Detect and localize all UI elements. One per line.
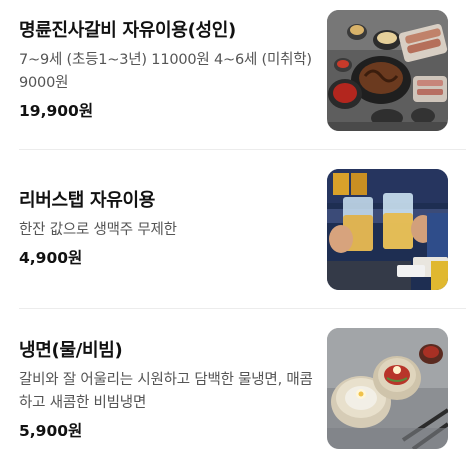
menu-item-beer[interactable]: 리버스탭 자유이용 한잔 값으로 생맥주 무제한 4,900원 bbox=[0, 150, 466, 309]
menu-item-name: 명륜진사갈비 자유이용(성인) bbox=[19, 20, 236, 41]
menu-item-description: 갈비와 잘 어울리는 시원하고 담백한 물냉면, 매콤하고 새콤한 비빔냉면 bbox=[19, 372, 313, 411]
menu-item-description: 7~9세 (초등1~3년) 11000원 4~6세 (미취학) 9000원 bbox=[19, 52, 312, 91]
menu-item-image[interactable] bbox=[327, 10, 448, 131]
menu-item-naengmyeon[interactable]: 냉면(물/비빔) 갈비와 잘 어울리는 시원하고 담백한 물냉면, 매콤하고 새… bbox=[0, 309, 466, 459]
menu-item-text: 리버스탭 자유이용 한잔 값으로 생맥주 무제한 4,900원 bbox=[19, 188, 315, 269]
menu-item-galbi[interactable]: 명륜진사갈비 자유이용(성인) 7~9세 (초등1~3년) 11000원 4~6… bbox=[0, 0, 466, 150]
menu-item-image[interactable] bbox=[327, 169, 448, 290]
menu-item-text: 냉면(물/비빔) 갈비와 잘 어울리는 시원하고 담백한 물냉면, 매콤하고 새… bbox=[19, 338, 315, 442]
menu-item-text: 명륜진사갈비 자유이용(성인) 7~9세 (초등1~3년) 11000원 4~6… bbox=[19, 18, 315, 122]
menu-item-description: 한잔 값으로 생맥주 무제한 bbox=[19, 222, 177, 238]
beer-cheers-photo bbox=[327, 169, 448, 290]
menu-item-price: 4,900원 bbox=[19, 249, 83, 267]
menu-list: 명륜진사갈비 자유이용(성인) 7~9세 (초등1~3년) 11000원 4~6… bbox=[0, 0, 466, 459]
menu-item-name: 리버스탭 자유이용 bbox=[19, 190, 156, 211]
menu-item-price: 19,900원 bbox=[19, 102, 94, 120]
menu-item-price: 5,900원 bbox=[19, 422, 83, 440]
menu-item-name: 냉면(물/비빔) bbox=[19, 340, 123, 361]
grilled-galbi-spread-photo bbox=[327, 10, 448, 131]
naengmyeon-bowls-photo bbox=[327, 328, 448, 449]
menu-item-image[interactable] bbox=[327, 328, 448, 449]
